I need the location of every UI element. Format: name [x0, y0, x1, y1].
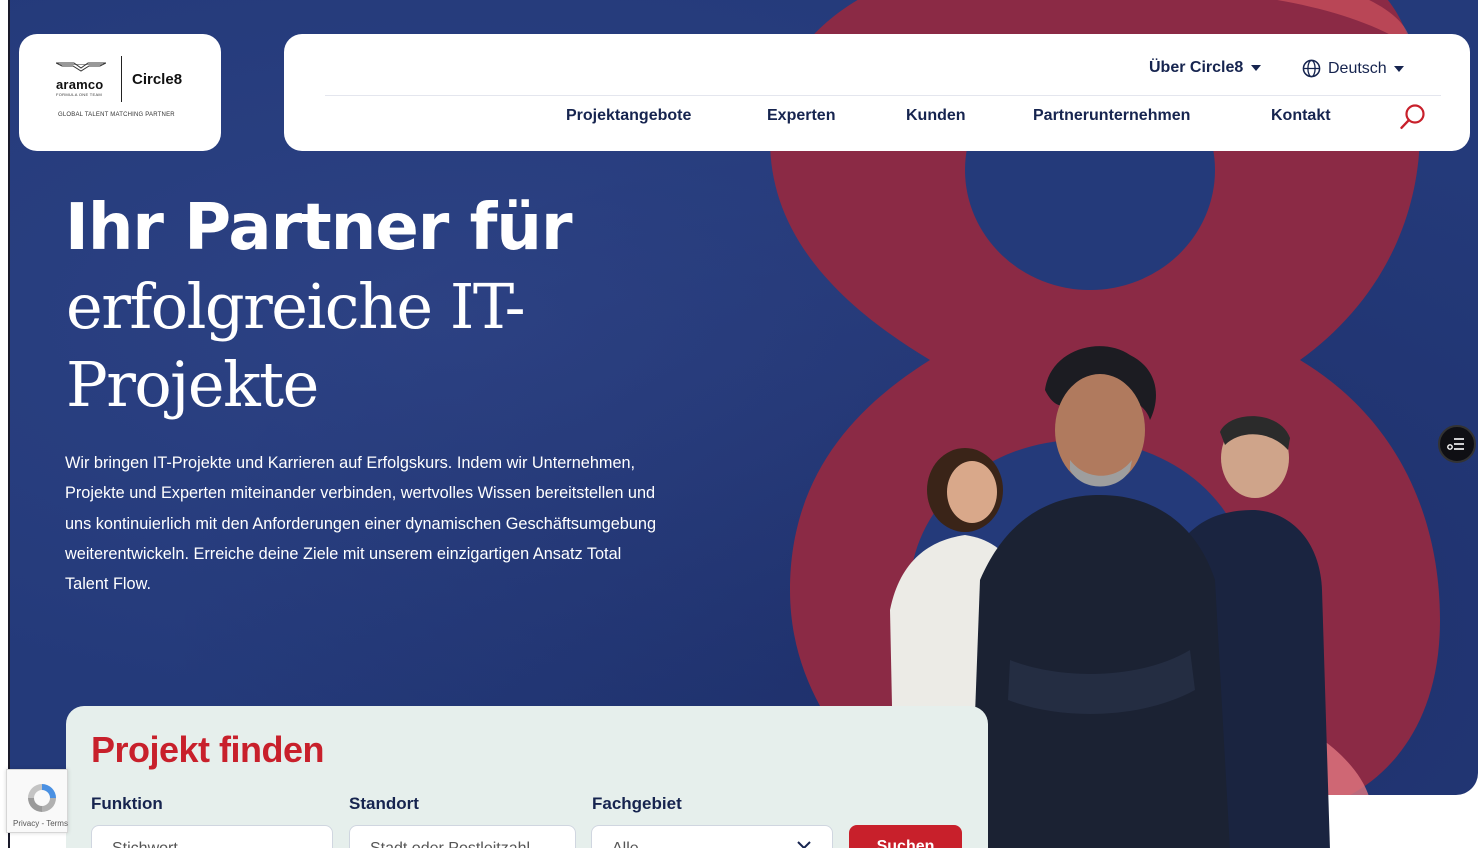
aston-martin-wings-icon	[56, 62, 106, 72]
language-selector[interactable]: Deutsch	[1302, 59, 1404, 78]
chevron-down-icon	[797, 841, 811, 848]
about-dropdown[interactable]: Über Circle8	[1149, 59, 1262, 77]
location-input[interactable]: Stadt oder Postleitzahl	[349, 825, 576, 848]
function-input[interactable]: Stichwort	[91, 825, 333, 848]
nav-link-experts[interactable]: Experten	[767, 107, 835, 125]
recaptcha-icon	[28, 784, 56, 812]
nav-link-partners[interactable]: Partnerunternehmen	[1033, 107, 1190, 125]
logo-card[interactable]	[19, 34, 221, 151]
chevron-down-icon	[1393, 65, 1404, 72]
company-logo-text: Circle8	[132, 71, 183, 88]
location-label: Standort	[349, 794, 419, 813]
sponsor-sub-text: FORMULA ONE TEAM	[56, 92, 103, 97]
about-dropdown-label: Über Circle8	[1149, 59, 1244, 76]
window-left-edge	[0, 0, 10, 848]
sponsor-logo-text: aramco	[56, 77, 104, 92]
recaptcha-privacy-terms[interactable]: Privacy - Terms	[13, 819, 68, 828]
hero-intro-text: Wir bringen IT-Projekte und Karrieren au…	[65, 454, 657, 594]
logo-divider	[121, 56, 122, 102]
language-label: Deutsch	[1328, 59, 1387, 77]
list-icon	[1447, 438, 1464, 450]
field-label: Fachgebiet	[592, 794, 682, 813]
nav-divider	[325, 95, 1441, 96]
nav-link-projects[interactable]: Projektangebote	[566, 107, 691, 125]
hero-title-bold: Ihr Partner für	[65, 191, 573, 265]
navigation-bar	[284, 34, 1470, 151]
menu-widget-icon[interactable]	[1438, 425, 1476, 463]
globe-icon	[1302, 59, 1321, 78]
search-submit-button[interactable]: Suchen	[849, 825, 962, 848]
function-label: Funktion	[91, 794, 163, 813]
partner-tagline: GLOBAL TALENT MATCHING PARTNER	[58, 112, 175, 118]
chevron-down-icon	[1251, 65, 1262, 71]
search-icon[interactable]	[1399, 103, 1427, 131]
project-search-title: Projekt finden	[91, 729, 325, 770]
nav-link-contact[interactable]: Kontakt	[1271, 107, 1331, 125]
hero-title-light: erfolgreiche IT-Projekte	[66, 270, 526, 421]
nav-link-clients[interactable]: Kunden	[906, 107, 966, 125]
